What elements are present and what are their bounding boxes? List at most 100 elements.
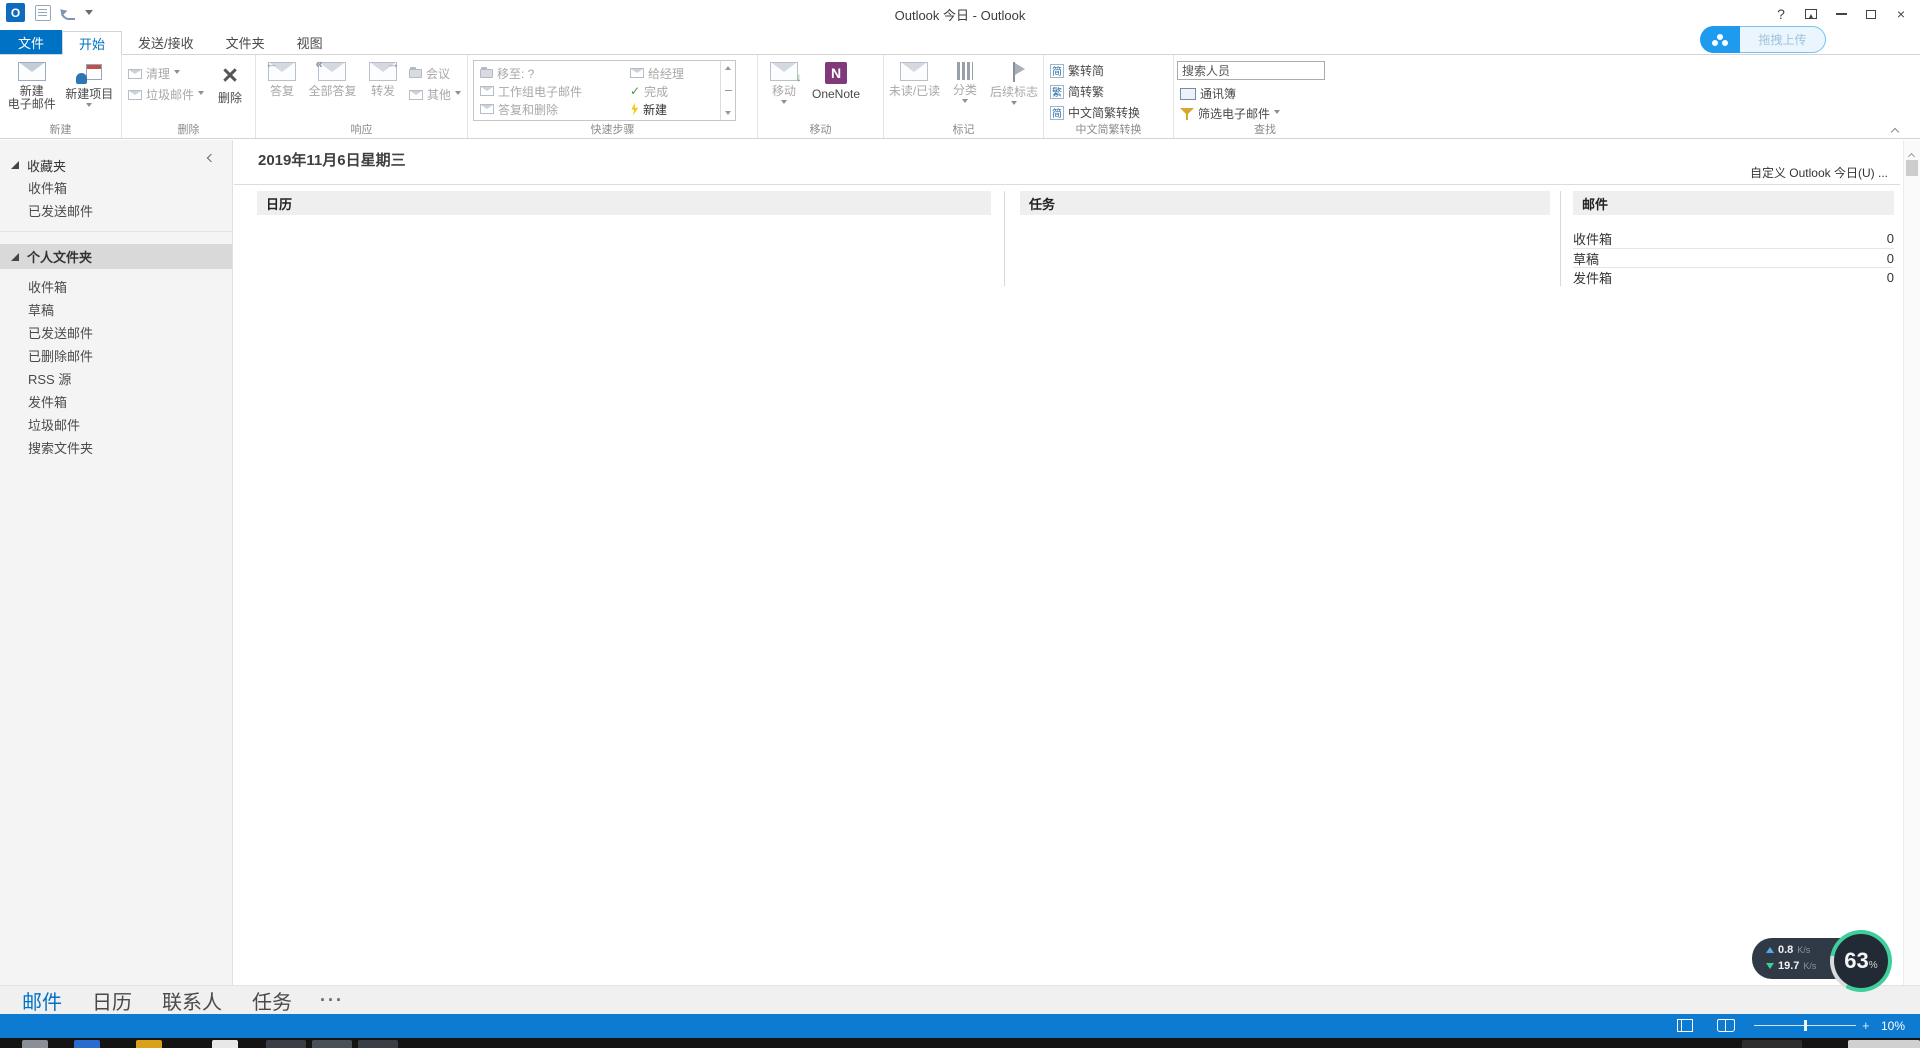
- tab-file[interactable]: 文件: [0, 30, 62, 54]
- folder-inbox[interactable]: 收件箱: [0, 275, 232, 298]
- address-book-button[interactable]: 通讯簿: [1177, 83, 1325, 103]
- reply-icon: ←: [268, 62, 296, 81]
- taskbar-icon[interactable]: [74, 1040, 100, 1048]
- move-button[interactable]: ↓ 移动: [761, 57, 807, 124]
- to-manager-icon: [630, 68, 644, 78]
- mail-count-row[interactable]: 收件箱 0: [1573, 229, 1894, 248]
- delete-button[interactable]: × 删除: [207, 57, 253, 124]
- follow-up-button[interactable]: 后续标志: [988, 57, 1040, 124]
- favorites-sent[interactable]: 已发送邮件: [0, 199, 232, 222]
- windows-taskbar[interactable]: [0, 1038, 1920, 1048]
- zoom-slider-thumb[interactable]: [1804, 1020, 1807, 1031]
- customize-outlook-today-link[interactable]: 自定义 Outlook 今日(U) ...: [1750, 164, 1888, 181]
- move-icon: ↓: [770, 62, 798, 81]
- filter-icon: [1180, 107, 1194, 121]
- quick-step-reply-delete[interactable]: 答复和删除: [476, 100, 626, 118]
- forward-button[interactable]: → 转发: [360, 57, 406, 124]
- mail-folder-link[interactable]: 发件箱: [1573, 268, 1612, 287]
- taskbar-tray[interactable]: [1742, 1040, 1802, 1048]
- traditional-to-simplified-button[interactable]: 简 繁转简: [1047, 60, 1143, 81]
- favorites-inbox[interactable]: 收件箱: [0, 176, 232, 199]
- favorites-header[interactable]: 收藏夹: [0, 154, 232, 176]
- folder-pane: 收藏夹 收件箱 已发送邮件 个人文件夹 收件箱 草稿 已发送邮件 已删除邮件 R…: [0, 140, 233, 985]
- memory-usage-ring[interactable]: 63 %: [1830, 930, 1892, 992]
- nav-more-icon[interactable]: ···: [320, 990, 344, 1011]
- quick-step-to-manager[interactable]: 给经理: [626, 64, 718, 82]
- ribbon-display-options-icon[interactable]: [1796, 2, 1826, 26]
- taskbar-window[interactable]: [312, 1040, 352, 1048]
- folder-drafts[interactable]: 草稿: [0, 298, 232, 321]
- taskbar-window[interactable]: [358, 1040, 398, 1048]
- folder-deleted[interactable]: 已删除邮件: [0, 344, 232, 367]
- close-icon[interactable]: ×: [1886, 2, 1916, 26]
- restore-icon[interactable]: [1856, 2, 1886, 26]
- tasks-column-header[interactable]: 任务: [1020, 191, 1550, 215]
- title-bar: O Outlook 今日 - Outlook ? ×: [0, 0, 1920, 28]
- new-items-button[interactable]: 新建项目: [61, 57, 119, 124]
- quick-step-team-email[interactable]: 工作组电子邮件: [476, 82, 626, 100]
- mail-folder-link[interactable]: 收件箱: [1573, 229, 1612, 248]
- nav-mail[interactable]: 邮件: [22, 986, 62, 1015]
- tab-home[interactable]: 开始: [62, 31, 122, 55]
- search-people-input[interactable]: [1177, 61, 1325, 80]
- nav-calendar[interactable]: 日历: [92, 986, 132, 1015]
- meeting-button[interactable]: 会议: [406, 63, 464, 84]
- simplified-to-traditional-button[interactable]: 繁 简转繁: [1047, 81, 1143, 102]
- junk-button[interactable]: 垃圾邮件: [125, 84, 207, 105]
- expand-triangle-icon[interactable]: [11, 253, 19, 261]
- nav-people[interactable]: 联系人: [162, 986, 222, 1015]
- categorize-button[interactable]: 分类: [942, 57, 988, 124]
- personal-folders-header[interactable]: 个人文件夹: [0, 244, 232, 269]
- minimize-folder-pane-icon[interactable]: [208, 148, 214, 166]
- folder-search[interactable]: 搜索文件夹: [0, 436, 232, 459]
- onenote-button[interactable]: N OneNote: [807, 57, 865, 124]
- minimize-icon[interactable]: [1826, 2, 1856, 26]
- new-email-button[interactable]: 新建电子邮件: [3, 57, 61, 124]
- cleanup-button[interactable]: 清理: [125, 63, 207, 84]
- normal-view-icon[interactable]: [1677, 1019, 1693, 1032]
- folder-sent[interactable]: 已发送邮件: [0, 321, 232, 344]
- drag-upload-widget[interactable]: 拖拽上传: [1700, 26, 1826, 53]
- quick-steps-scroll[interactable]: [720, 61, 735, 120]
- calendar-column-header[interactable]: 日历: [257, 191, 991, 215]
- taskbar-window[interactable]: [266, 1040, 306, 1048]
- taskbar-icon[interactable]: [212, 1040, 238, 1048]
- mail-count-row[interactable]: 草稿 0: [1573, 248, 1894, 267]
- folder-junk[interactable]: 垃圾邮件: [0, 413, 232, 436]
- unread-read-button[interactable]: 未读/已读: [887, 57, 942, 124]
- collapse-ribbon-icon[interactable]: [1892, 122, 1898, 140]
- drag-upload-label[interactable]: 拖拽上传: [1740, 26, 1826, 53]
- mail-column-header[interactable]: 邮件: [1573, 191, 1894, 215]
- quick-step-create-new[interactable]: 新建: [626, 100, 718, 118]
- reply-all-button[interactable]: « 全部答复: [305, 57, 360, 124]
- expand-triangle-icon[interactable]: [11, 161, 19, 169]
- tab-view[interactable]: 视图: [281, 30, 339, 54]
- folder-outbox[interactable]: 发件箱: [0, 390, 232, 413]
- quick-step-move-to[interactable]: 移至: ?: [476, 64, 626, 82]
- mail-folder-count: 0: [1887, 270, 1894, 285]
- reply-button[interactable]: ← 答复: [259, 57, 305, 124]
- taskbar-icon[interactable]: [22, 1040, 48, 1048]
- delete-x-icon: ×: [222, 62, 238, 88]
- scroll-up-icon[interactable]: [725, 63, 731, 70]
- tab-send-receive[interactable]: 发送/接收: [122, 30, 210, 54]
- help-icon[interactable]: ?: [1766, 2, 1796, 26]
- ribbon-group-find: 通讯簿 筛选电子邮件 查找: [1174, 55, 1356, 138]
- mail-count-row[interactable]: 发件箱 0: [1573, 267, 1894, 286]
- mail-folder-link[interactable]: 草稿: [1573, 249, 1599, 268]
- chinese-conversion-button[interactable]: 简 中文简繁转换: [1047, 102, 1143, 123]
- vertical-scrollbar[interactable]: [1903, 140, 1920, 985]
- more-respond-button[interactable]: 其他: [406, 84, 464, 105]
- scroll-down-icon[interactable]: [725, 111, 731, 118]
- scrollbar-thumb[interactable]: [1906, 160, 1918, 176]
- taskbar-tray-right[interactable]: [1848, 1040, 1920, 1048]
- zoom-level[interactable]: 10%: [1881, 1019, 1905, 1033]
- netdisk-cloud-icon[interactable]: [1700, 26, 1740, 53]
- folder-rss[interactable]: RSS 源: [0, 367, 232, 390]
- taskbar-icon[interactable]: [136, 1040, 162, 1048]
- tab-folder[interactable]: 文件夹: [210, 30, 281, 54]
- nav-tasks[interactable]: 任务: [252, 986, 292, 1015]
- zoom-in-icon[interactable]: +: [1862, 1018, 1870, 1033]
- reading-view-icon[interactable]: [1717, 1019, 1735, 1032]
- quick-step-done[interactable]: ✓完成: [626, 82, 718, 100]
